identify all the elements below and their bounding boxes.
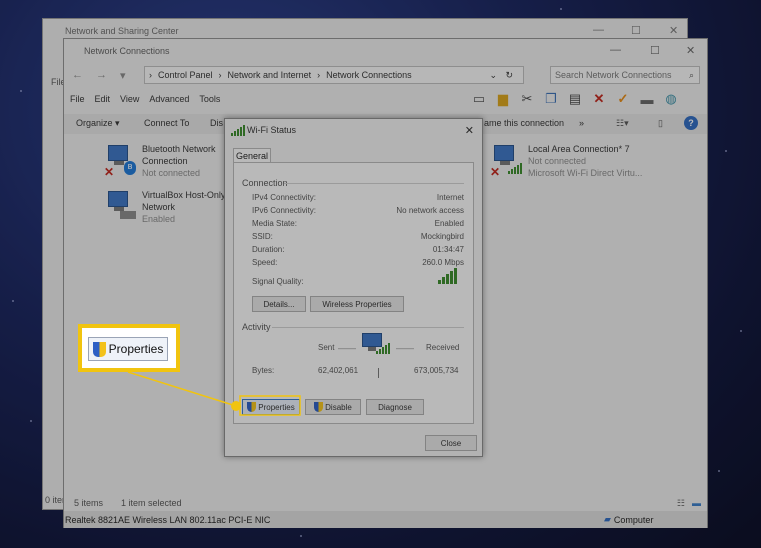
callout-label: Properties bbox=[108, 342, 164, 356]
callout-leader-line bbox=[127, 371, 301, 416]
properties-highlight-box bbox=[239, 395, 301, 416]
uac-shield-icon bbox=[92, 341, 106, 357]
leader-line bbox=[127, 371, 237, 407]
properties-callout: Properties bbox=[78, 324, 180, 372]
callout-properties-button[interactable]: Properties bbox=[88, 337, 168, 361]
